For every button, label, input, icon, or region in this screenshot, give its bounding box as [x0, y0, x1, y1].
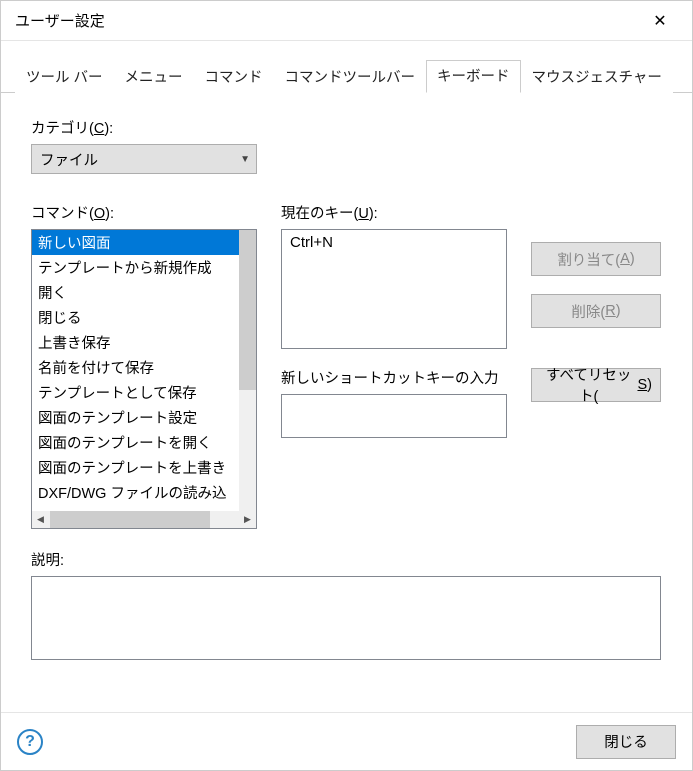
tab-commands[interactable]: コマンド: [194, 61, 274, 93]
new-shortcut-input[interactable]: [281, 394, 507, 438]
new-shortcut-label: 新しいショートカットキーの入力: [281, 367, 507, 388]
list-item[interactable]: 図面のテンプレート設定: [32, 405, 256, 430]
tab-keyboard[interactable]: キーボード: [426, 60, 521, 93]
window-title: ユーザー設定: [15, 10, 105, 31]
current-key-value[interactable]: Ctrl+N: [290, 234, 498, 251]
list-item[interactable]: テンプレートとして保存: [32, 380, 256, 405]
tab-menus[interactable]: メニュー: [114, 61, 194, 93]
list-item[interactable]: 上書き保存: [32, 330, 256, 355]
current-key-label: 現在のキー(U):: [281, 202, 507, 223]
list-item[interactable]: DXF/DWG ファイルの読み込: [32, 480, 256, 505]
category-label: カテゴリ(C):: [31, 117, 662, 138]
scroll-thumb[interactable]: [50, 511, 210, 528]
scroll-left-icon[interactable]: ◀: [32, 511, 49, 528]
category-value: ファイル: [40, 149, 98, 170]
list-item[interactable]: 閉じる: [32, 305, 256, 330]
category-combo[interactable]: ファイル ▼: [31, 144, 257, 174]
commands-listbox[interactable]: 新しい図面テンプレートから新規作成開く閉じる上書き保存名前を付けて保存テンプレー…: [31, 229, 257, 529]
list-item[interactable]: テンプレートから新規作成: [32, 255, 256, 280]
remove-button[interactable]: 削除(R): [531, 294, 661, 328]
description-label: 説明:: [31, 549, 662, 570]
assign-button[interactable]: 割り当て(A): [531, 242, 661, 276]
commands-label: コマンド(O):: [31, 202, 257, 223]
tab-command-toolbars[interactable]: コマンドツールバー: [274, 61, 427, 93]
list-item[interactable]: 図面のテンプレートを上書き: [32, 455, 256, 480]
scrollbar-horizontal[interactable]: ◀ ▶: [32, 511, 256, 528]
tab-strip: ツール バー メニュー コマンド コマンドツールバー キーボード マウスジェスチ…: [1, 41, 692, 93]
chevron-down-icon: ▼: [240, 154, 250, 165]
close-icon[interactable]: ✕: [640, 1, 680, 41]
list-item[interactable]: 開く: [32, 280, 256, 305]
list-item[interactable]: 名前を付けて保存: [32, 355, 256, 380]
description-box: [31, 576, 661, 660]
list-item[interactable]: 図面のテンプレートを開く: [32, 430, 256, 455]
scroll-thumb[interactable]: [239, 230, 256, 390]
current-key-list[interactable]: Ctrl+N: [281, 229, 507, 349]
tab-toolbars[interactable]: ツール バー: [15, 61, 114, 93]
close-button[interactable]: 閉じる: [576, 725, 676, 759]
tab-mouse-gestures[interactable]: マウスジェスチャー: [521, 61, 673, 93]
reset-all-button[interactable]: すべてリセット(S): [531, 368, 661, 402]
help-icon[interactable]: ?: [17, 729, 43, 755]
scrollbar-vertical[interactable]: [239, 230, 256, 511]
scroll-right-icon[interactable]: ▶: [239, 511, 256, 528]
list-item[interactable]: 新しい図面: [32, 230, 256, 255]
